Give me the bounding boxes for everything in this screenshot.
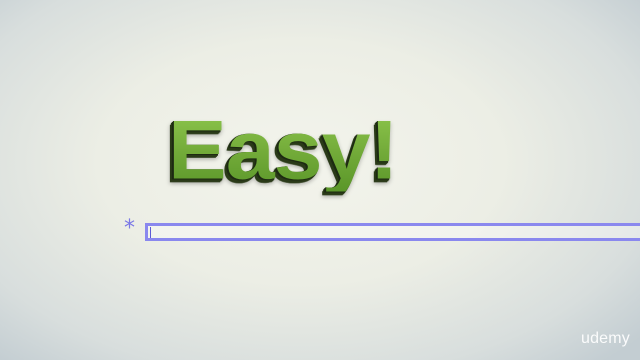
asterisk-icon: * [124,216,135,241]
udemy-watermark: udemy [580,330,630,347]
text-input[interactable] [145,223,640,241]
headline-text: Easy! [168,102,399,197]
text-cursor [150,227,151,238]
